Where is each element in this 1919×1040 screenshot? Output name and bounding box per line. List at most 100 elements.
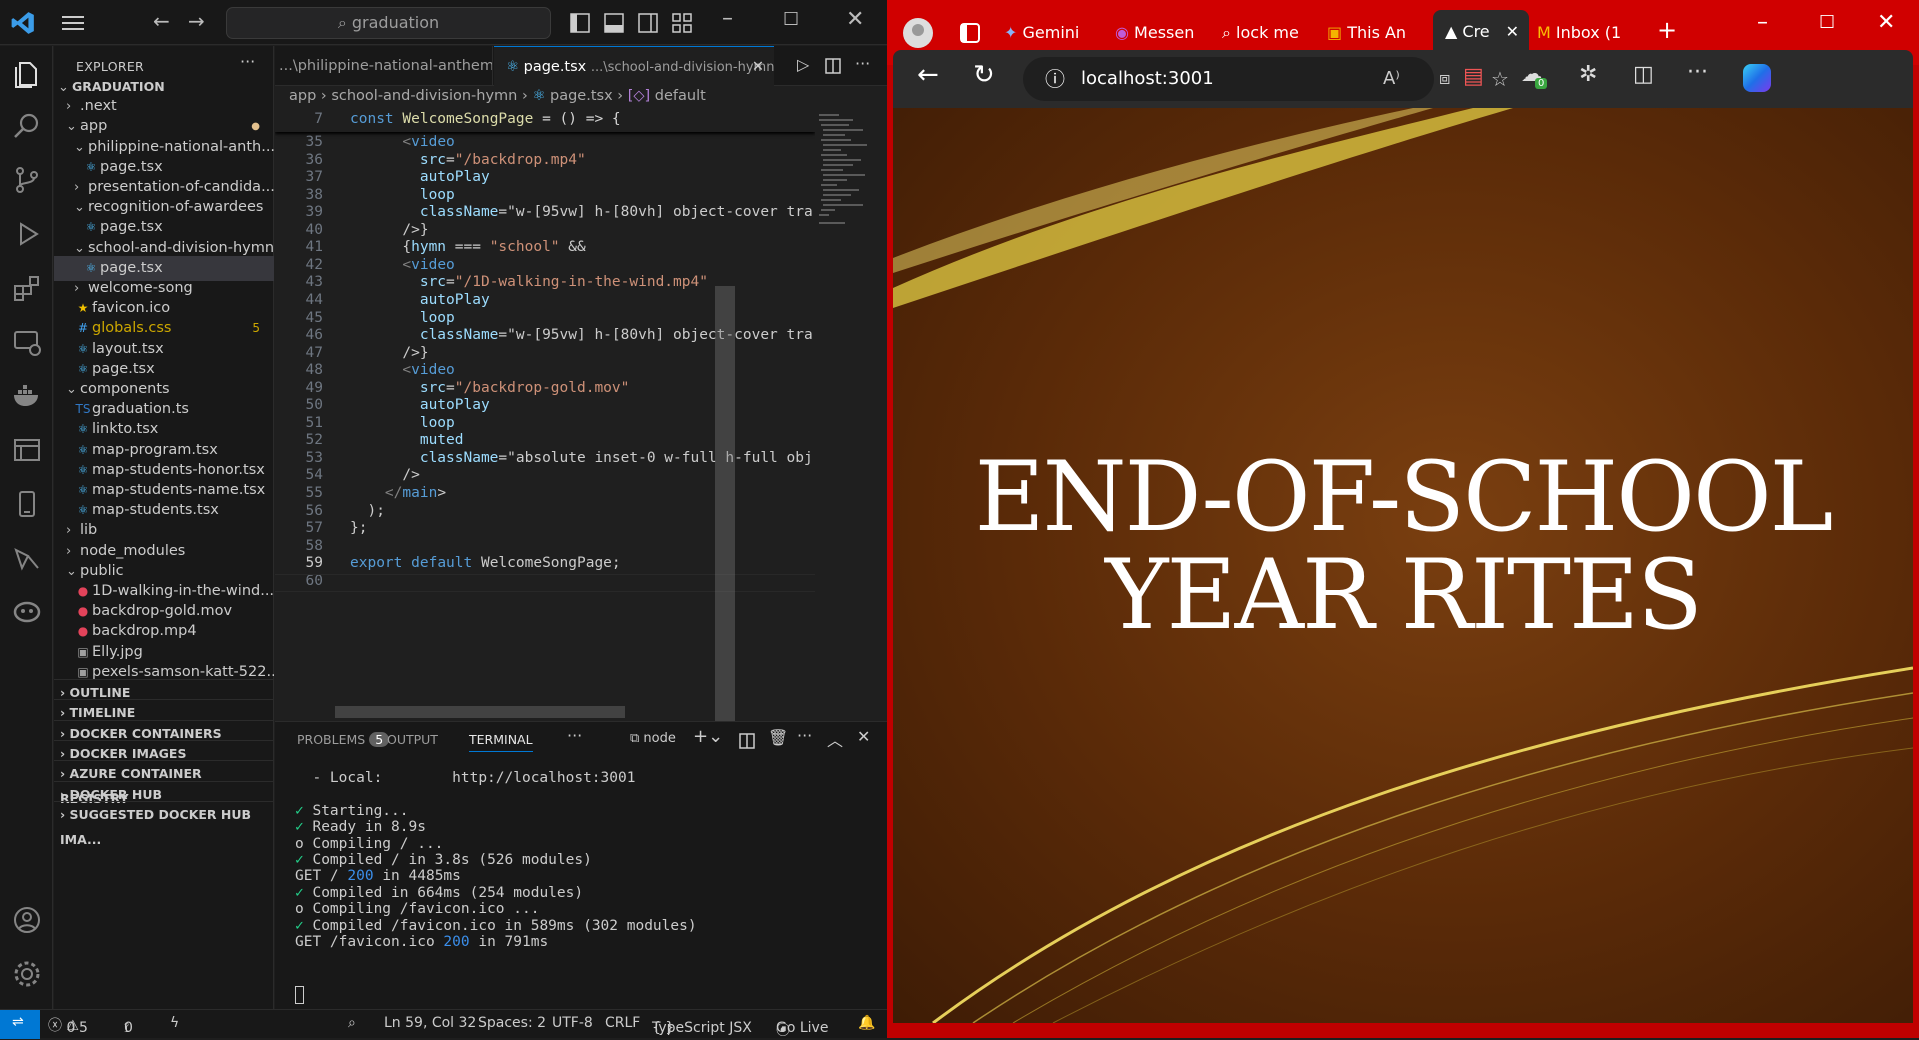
run-icon[interactable]: ▷ [797, 55, 809, 74]
notifications-icon[interactable]: 🔔 [858, 1015, 875, 1031]
accounts-icon[interactable] [11, 904, 43, 936]
split-terminal-icon[interactable] [739, 733, 755, 749]
settings-more-icon[interactable]: ··· [1687, 60, 1708, 85]
more-actions-icon[interactable]: ··· [240, 52, 255, 71]
tab-lock-me[interactable]: ⌕ lock me [1222, 16, 1318, 50]
source-control-icon[interactable] [11, 164, 43, 196]
code-line: <video [402, 134, 455, 150]
zoom-icon[interactable]: ⌕ [348, 1015, 356, 1031]
sidebar-section-header[interactable]: › SUGGESTED DOCKER HUB IMA... [54, 800, 274, 847]
close-icon[interactable]: ✕ [1877, 10, 1895, 35]
extensions-icon[interactable] [11, 272, 43, 304]
toggle-panel-icon[interactable] [604, 13, 624, 33]
run-debug-icon[interactable] [11, 218, 43, 250]
manage-gear-icon[interactable] [11, 958, 43, 990]
code-line: }; [350, 520, 368, 537]
cursor-position[interactable]: Ln 59, Col 32 [384, 1015, 476, 1031]
search-icon[interactable] [11, 110, 43, 142]
tab-actions-icon[interactable] [959, 22, 981, 44]
maximize-icon[interactable]: ☐ [783, 9, 799, 30]
close-icon[interactable]: ✕ [846, 7, 864, 32]
terminal-icon: ⧉ [630, 731, 644, 746]
breadcrumb-app[interactable]: app [289, 88, 316, 104]
app-available-icon[interactable]: ⧈ [1439, 57, 1450, 101]
panel-more-icon[interactable]: ··· [567, 726, 582, 745]
maximize-panel-icon[interactable]: ︿ [827, 727, 843, 751]
deploy-icon[interactable] [11, 542, 43, 574]
address-bar[interactable]: ⓘ localhost:3001 A⁾ ⧈ ☆ [1023, 57, 1509, 101]
close-tab-icon[interactable]: ✕ [1506, 10, 1519, 54]
favorite-star-icon[interactable]: ☆ [1491, 57, 1509, 101]
web-page-content: END-OF-SCHOOL YEAR RITES [893, 108, 1913, 1023]
docker-icon[interactable] [11, 380, 43, 412]
gmail-icon: M [1537, 23, 1556, 42]
breadcrumb-file[interactable]: page.tsx [550, 88, 613, 104]
menu-icon[interactable] [60, 13, 86, 33]
minimize-icon[interactable]: – [722, 6, 733, 31]
editor-scrollbar[interactable] [715, 286, 735, 726]
read-aloud-icon[interactable]: A⁾ [1383, 57, 1400, 101]
forward-arrow-icon[interactable]: → [188, 9, 205, 33]
close-panel-icon[interactable]: ✕ [857, 727, 870, 746]
problems-status[interactable]: ⓧ 0 ⚠ 5 [48, 1015, 88, 1036]
new-tab-icon[interactable]: + [1657, 16, 1677, 44]
trash-icon[interactable]: 🗑 [768, 728, 788, 747]
extension-icon[interactable]: ▤ [1463, 64, 1484, 89]
tab-problems[interactable]: PROBLEMS 5 [297, 732, 390, 747]
tab-output[interactable]: OUTPUT [387, 732, 438, 747]
tab-philippine-national-anthem[interactable]: ...\philippine-national-anthem [275, 46, 493, 86]
toggle-primary-sidebar-icon[interactable] [570, 13, 590, 33]
remote-icon: ⇌ [12, 1014, 24, 1030]
tab-this-an[interactable]: ▣ This An [1327, 16, 1427, 50]
code-line: autoPlay [419, 397, 490, 414]
info-icon[interactable]: ⓘ [1045, 57, 1065, 101]
indentation[interactable]: Spaces: 2 [478, 1015, 546, 1031]
extensions-puzzle-icon[interactable]: ✲ [1579, 62, 1597, 87]
chevron-right-icon: › [60, 705, 70, 721]
breadcrumb-symbol[interactable]: default [655, 88, 706, 104]
editor-more-icon[interactable]: ··· [855, 54, 870, 73]
encoding[interactable]: UTF-8 [552, 1015, 593, 1031]
profile-avatar[interactable] [903, 18, 933, 48]
copilot-icon[interactable] [1743, 64, 1771, 92]
tab-gemini[interactable]: ✦ Gemini [1004, 16, 1104, 50]
back-arrow-icon[interactable]: ← [917, 60, 939, 90]
copilot-chat-icon[interactable] [11, 596, 43, 628]
horizontal-scrollbar[interactable] [335, 706, 625, 718]
explorer-icon[interactable] [11, 58, 43, 90]
breadcrumb-folder[interactable]: school-and-division-hymn [331, 88, 517, 104]
tab-create-active[interactable]: ▲ Cre ✕ [1433, 10, 1529, 54]
split-screen-icon[interactable]: ◫ [1633, 62, 1654, 87]
refresh-icon[interactable]: ↻ [973, 60, 995, 90]
remote-explorer-icon[interactable] [11, 326, 43, 358]
breadcrumb: app › school-and-division-hymn › ⚛ page.… [289, 88, 706, 104]
tab-terminal[interactable]: TERMINAL [469, 732, 533, 752]
terminal-selector[interactable]: ⧉ node [630, 731, 676, 746]
device-icon[interactable] [11, 488, 43, 520]
terminal-line: ✓ Compiled in 664ms (254 modules) [295, 884, 584, 901]
code-line: autoPlay [419, 291, 490, 308]
back-arrow-icon[interactable]: ← [153, 9, 170, 33]
vscode-logo-icon[interactable] [10, 10, 36, 36]
toggle-secondary-sidebar-icon[interactable] [638, 13, 658, 33]
bottom-panel: PROBLEMS 5 OUTPUT TERMINAL ··· ⧉ node +⌄… [275, 721, 887, 1009]
close-tab-icon[interactable]: ✕ [752, 47, 764, 86]
remote-indicator[interactable]: ⇌ [0, 1010, 40, 1039]
tab-messenger[interactable]: ◉ Messen [1115, 16, 1211, 50]
tab-school-and-division-hymn[interactable]: ⚛ page.tsx ...\school-and-division-hymn … [494, 46, 774, 86]
lightning-icon[interactable]: ϟ [170, 1015, 179, 1031]
minimap[interactable] [815, 110, 877, 290]
maximize-icon[interactable]: ☐ [1819, 12, 1835, 33]
split-editor-icon[interactable] [825, 58, 841, 74]
minimize-icon[interactable]: – [1757, 10, 1768, 35]
line-ending[interactable]: CRLF [605, 1015, 640, 1031]
new-terminal-icon[interactable]: +⌄ [693, 726, 723, 747]
command-center-search[interactable]: ⌕ graduation [226, 7, 551, 39]
line-number: 40 [305, 221, 323, 238]
tab-inbox[interactable]: M Inbox (1 [1537, 16, 1631, 50]
sticky-scroll[interactable]: 7 const WelcomeSongPage = () => { [275, 110, 815, 132]
containers-icon[interactable] [11, 434, 43, 466]
terminal-more-icon[interactable]: ··· [797, 726, 812, 745]
customize-layout-icon[interactable] [672, 13, 692, 33]
sticky-code: const WelcomeSongPage = () => { [350, 111, 621, 127]
